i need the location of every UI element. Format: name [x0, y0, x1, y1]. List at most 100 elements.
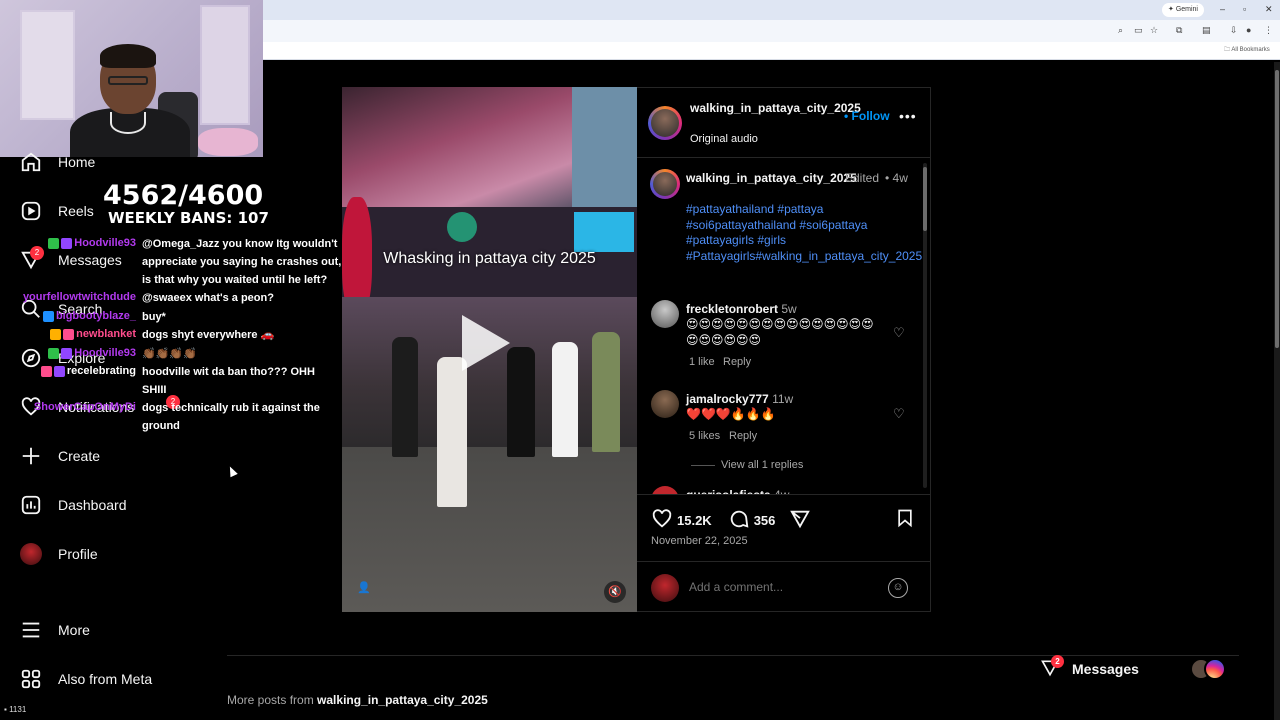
comment-avatar[interactable] [651, 486, 679, 494]
chat-message: @Omega_Jazz you know Itg wouldn't apprec… [142, 238, 342, 286]
add-comment-bar: ☺ [637, 561, 930, 613]
post-header: walking_in_pattaya_city_2025 Original au… [637, 88, 930, 158]
messages-badge: 2 [30, 246, 44, 260]
original-audio-link[interactable]: Original audio [690, 133, 758, 145]
chat-badge-icon [42, 310, 54, 322]
cam-background-door [20, 10, 75, 120]
chat-username: recelebrating [40, 365, 136, 377]
comment-likes[interactable]: 5 likes [689, 430, 720, 442]
nav-label: Create [58, 448, 101, 464]
play-icon[interactable] [462, 315, 510, 371]
like-count[interactable]: 15.2K [677, 513, 712, 528]
instagram-logo-icon [1204, 658, 1226, 680]
nav-more[interactable]: More [20, 618, 90, 642]
caption-username[interactable]: walking_in_pattaya_city_2025 [686, 171, 857, 187]
comment-username[interactable]: jamalrocky777 11w [686, 392, 793, 406]
comment-icon[interactable] [728, 508, 750, 533]
address-bar[interactable] [263, 20, 1280, 42]
nav-home[interactable]: Home [20, 150, 95, 174]
comments-list: walking_in_pattaya_city_2025 Edited • 4w… [637, 159, 930, 494]
explore-icon [20, 347, 42, 369]
caption-hashtags[interactable]: #pattayathailand #pattaya #soi6pattayath… [686, 202, 922, 264]
comment-avatar[interactable] [651, 300, 679, 328]
author-avatar[interactable] [648, 106, 682, 140]
messages-floating-button[interactable]: 2 Messages [1030, 648, 1240, 690]
comment-reply-button[interactable]: Reply [723, 356, 751, 368]
more-posts-user-link[interactable]: walking_in_pattaya_city_2025 [317, 693, 488, 707]
zoom-icon[interactable]: ⌕ [1118, 25, 1123, 36]
video-scene-neon-sign [574, 212, 634, 252]
chat-badge-icon [53, 365, 65, 377]
download-icon[interactable]: ⇩ [1230, 25, 1238, 36]
video-caption: Whasking in pattaya city 2025 [383, 250, 596, 267]
author-username[interactable]: walking_in_pattaya_city_2025 [690, 101, 861, 116]
comment-likes[interactable]: 1 like [689, 356, 715, 368]
comment-username[interactable]: freckletonrobert 5w [686, 302, 797, 316]
comment-like-heart-icon[interactable]: ♡ [893, 406, 905, 422]
video-scene-person [552, 342, 578, 457]
comment-avatar[interactable] [651, 390, 679, 418]
add-comment-input[interactable] [689, 580, 869, 594]
video-scene-person [392, 337, 418, 457]
cast-icon[interactable]: ▭ [1134, 25, 1143, 36]
gemini-button[interactable]: ✦ Gemini [1162, 3, 1204, 17]
caption-edited: Edited [845, 171, 880, 185]
dashboard-icon [20, 494, 42, 516]
browser-menu-icon[interactable]: ⋮ [1264, 25, 1273, 36]
view-replies-button[interactable]: View all 1 replies [691, 459, 803, 471]
comment-reply-button[interactable]: Reply [729, 430, 757, 442]
post-sidebar: walking_in_pattaya_city_2025 Original au… [637, 87, 931, 612]
nav-reels[interactable]: Reels [20, 199, 94, 223]
comment-like-heart-icon[interactable]: ♡ [893, 325, 905, 341]
minimize-button[interactable]: – [1220, 4, 1225, 14]
sidepanel-icon[interactable]: ▤ [1202, 25, 1211, 36]
share-icon[interactable] [789, 508, 811, 533]
follow-button[interactable]: • Follow [844, 109, 890, 123]
chat-badge-icon [61, 347, 73, 359]
mouse-cursor-icon [226, 464, 238, 478]
comment-time: 11w [772, 392, 794, 406]
post-date[interactable]: November 22, 2025 [651, 535, 748, 547]
nav-create[interactable]: Create [20, 444, 100, 468]
mute-icon[interactable]: 🔇 [604, 581, 626, 603]
chat-badge-icon [61, 237, 73, 249]
bookmark-icon[interactable] [895, 507, 915, 534]
messages-label: Messages [1072, 661, 1139, 677]
cam-streamer-glasses [108, 76, 148, 85]
all-bookmarks-button[interactable]: 🗀 All Bookmarks [1224, 45, 1270, 55]
webcam-overlay [0, 0, 263, 157]
nav-dashboard[interactable]: Dashboard [20, 493, 127, 517]
comments-scrollbar-thumb[interactable] [923, 167, 927, 231]
account-avatar-icon[interactable]: ● [1246, 25, 1251, 35]
all-bookmarks-label: All Bookmarks [1231, 47, 1270, 53]
gemini-label: Gemini [1175, 6, 1198, 13]
cam-streamer-hair [100, 44, 156, 68]
profile-avatar [20, 543, 42, 565]
maximize-button[interactable]: ▫ [1243, 4, 1246, 14]
page-scrollbar-thumb[interactable] [1275, 70, 1279, 348]
nav-profile[interactable]: Profile [20, 542, 98, 566]
chat-message: dogs technically rub it against the grou… [142, 402, 320, 432]
chat-username: Hoodville93 [48, 347, 136, 359]
action-row: 15.2K 356 [651, 508, 811, 533]
extensions-icon[interactable]: ⧉ [1176, 25, 1182, 36]
star-icon[interactable]: ☆ [1150, 25, 1158, 36]
cam-background-door [200, 5, 250, 125]
menu-icon [20, 619, 42, 641]
home-icon [20, 151, 42, 173]
emoji-icon[interactable]: ☺ [888, 578, 908, 598]
comment-count: 356 [753, 513, 776, 528]
nav-label: Also from Meta [58, 671, 153, 687]
close-window-button[interactable]: ✕ [1265, 4, 1273, 15]
caption-avatar[interactable] [650, 169, 680, 199]
post-video[interactable]: Whasking in pattaya city 2025 👤 🔇 [342, 87, 637, 612]
like-heart-icon[interactable] [651, 508, 673, 533]
post-actions: 15.2K 356 November 22, 2025 [637, 494, 930, 560]
nav-also-from-meta[interactable]: Also from Meta [20, 667, 152, 691]
chat-badge-icon [40, 365, 52, 377]
more-options-icon[interactable]: ••• [899, 108, 917, 124]
chat-username: yourfellowtwitchdude [22, 291, 136, 303]
nav-label: Profile [58, 546, 98, 562]
tagged-user-icon[interactable]: 👤 [356, 581, 372, 597]
weekly-bans: WEEKLY BANS: 107 [108, 209, 269, 227]
